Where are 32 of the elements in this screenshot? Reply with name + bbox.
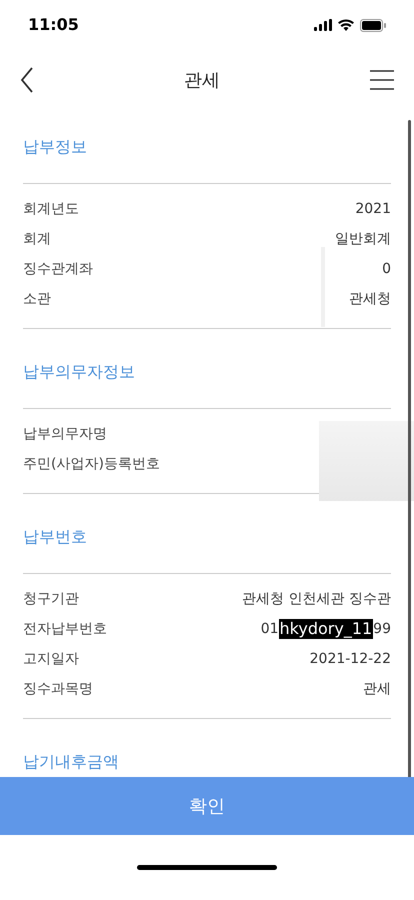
row-label: 주민(사업자)등록번호 <box>23 454 160 474</box>
row-label: 징수과목명 <box>23 680 93 698</box>
row-value: 관세청 인천세관 징수관 <box>242 590 391 608</box>
status-time: 11:05 <box>28 14 79 36</box>
row-label: 청구기관 <box>23 590 79 608</box>
row-label: 회계 <box>23 230 51 248</box>
battery-icon <box>360 18 386 32</box>
wifi-icon <box>338 19 354 31</box>
confirm-button[interactable]: 확인 <box>0 777 414 835</box>
menu-button[interactable] <box>370 70 394 90</box>
row-label: 고지일자 <box>23 650 79 668</box>
name-tag: hkydory_11 <box>278 619 374 639</box>
row-value: 99 <box>373 620 391 638</box>
row-label: 전자납부번호 <box>23 620 107 638</box>
page-title: 관세 <box>184 68 220 92</box>
back-button[interactable] <box>20 67 34 93</box>
row-label: 회계년도 <box>23 200 79 218</box>
section-title: 납기내후금액 <box>23 750 119 772</box>
section-title: 납부의무자정보 <box>23 360 135 382</box>
row-value: 2021-12-22 <box>310 650 391 668</box>
row-label: 징수관계좌 <box>23 260 93 278</box>
row-value: 관세 <box>363 680 391 698</box>
row-label: 소관 <box>23 290 51 308</box>
section-title: 납부번호 <box>23 526 87 548</box>
section-title: 납부정보 <box>23 136 87 158</box>
row-label: 납부의무자명 <box>23 424 107 444</box>
row-value: 일반회계 <box>335 230 391 248</box>
row-value: 관세청 <box>349 290 391 308</box>
row-value: 01 <box>260 620 279 638</box>
row-value: 2021 <box>355 200 391 218</box>
signal-icon <box>314 19 332 31</box>
row-value: 0 <box>382 260 391 278</box>
